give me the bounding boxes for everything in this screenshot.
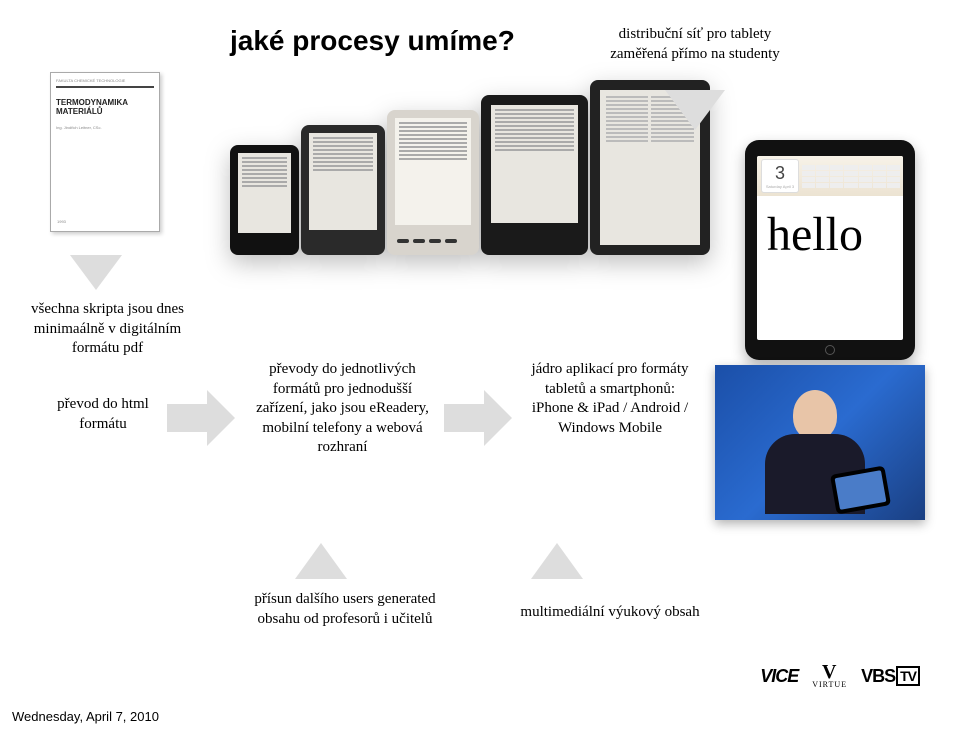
book-cover: FAKULTA CHEMICKÉ TECHNOLOGIE TERMODYNAMI… [50,72,160,232]
ipad-day-number: 3 [775,163,785,184]
ereaders-row [230,75,710,255]
vbs-text: VBS [861,666,895,686]
ipad-home-button-icon [825,345,835,355]
book-faculty: FAKULTA CHEMICKÉ TECHNOLOGIE [56,79,154,84]
label-distribution-network: distribuční síť pro tablety zaměřená pří… [600,25,790,64]
ereader-device [301,125,384,255]
vbstv-logo: VBSTV [861,666,920,687]
tablet-in-photo [830,466,891,515]
slide-title: jaké procesy umíme? [230,25,515,57]
arrow-right-icon [444,390,512,446]
label-app-core: jádro aplikací pro formáty tabletů a sma… [530,360,690,438]
ereader-device [230,145,299,255]
book-title: TERMODYNAMIKA MATERIÁLŮ [56,98,154,116]
ipad-day-text: Saturday April 3 [766,184,794,189]
tv-text: TV [896,666,920,686]
arrow-down-icon [70,255,122,290]
slide-datestamp: Wednesday, April 7, 2010 [12,709,159,724]
ipad-handwriting: hello [767,211,893,259]
ereader-device [481,95,587,255]
arrow-up-icon [295,543,347,579]
label-formats-conversion: převody do jednotlivých formátů pro jedn… [250,360,435,458]
label-user-generated: přísun dalšího users generated obsahu od… [245,590,445,629]
arrow-down-icon [665,90,725,130]
label-html-conversion: převod do html formátu [38,395,168,434]
arrow-right-icon [167,390,235,446]
vice-logo: VICE [760,666,798,687]
ereader-device [387,110,480,255]
label-multimedia-content: multimediální výukový obsah [500,603,720,623]
virtue-logo: V VIRTUE [812,664,847,689]
label-scripts-pdf: všechna skripta jsou dnes minimaálně v d… [30,300,185,359]
ipad-calendar-date: 3 Saturday April 3 [761,159,799,193]
book-author: Ing. Jindřich Leitner, CSc. [56,126,154,131]
virtue-label: VIRTUE [812,680,847,689]
ipad-calendar-grid [799,162,903,191]
person-photo [715,365,925,520]
ipad-device: 3 Saturday April 3 hello [745,140,915,360]
footer-logos: VICE V VIRTUE VBSTV [760,664,920,689]
arrow-up-icon [531,543,583,579]
